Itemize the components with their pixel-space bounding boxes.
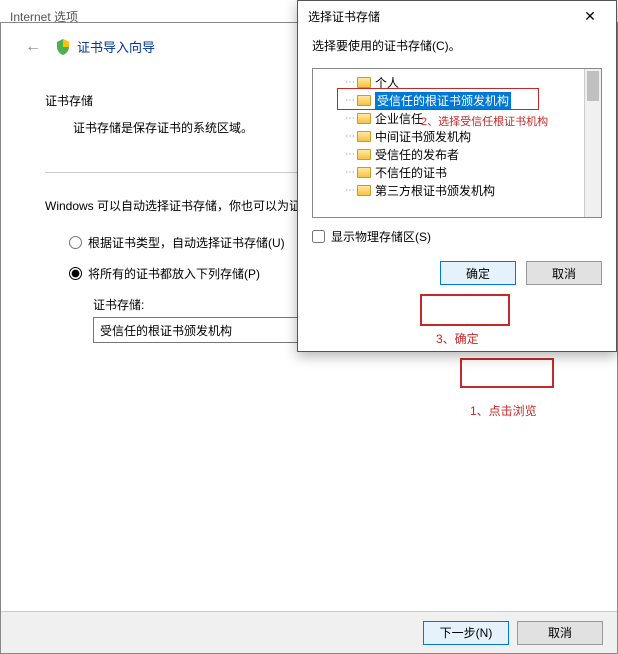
annotation-1: 1、点击浏览 [470, 402, 537, 419]
folder-icon [357, 131, 371, 142]
tree-item[interactable]: ⋯第三方根证书颁发机构 [315, 181, 582, 199]
radio-manual[interactable] [69, 267, 82, 280]
folder-icon [357, 149, 371, 160]
tree-item[interactable]: ⋯受信任的发布者 [315, 145, 582, 163]
show-physical-row[interactable]: 显示物理存储区(S) [312, 228, 602, 245]
back-arrow-icon[interactable]: ← [25, 38, 41, 56]
folder-icon [357, 185, 371, 196]
tree-item[interactable]: ⋯个人 [315, 73, 582, 91]
dialog-title: 选择证书存储 [308, 8, 380, 25]
select-store-dialog: 选择证书存储 ✕ 选择要使用的证书存储(C)。 ⋯个人 ⋯受信任的根证书颁发机构… [297, 0, 617, 352]
tree-item-selected[interactable]: ⋯受信任的根证书颁发机构 [315, 91, 582, 109]
show-physical-label: 显示物理存储区(S) [331, 228, 431, 245]
show-physical-checkbox[interactable] [312, 230, 325, 243]
dialog-msg: 选择要使用的证书存储(C)。 [312, 37, 602, 54]
wizard-footer: 下一步(N) 取消 [1, 611, 617, 653]
shield-icon [55, 39, 71, 55]
radio-manual-label: 将所有的证书都放入下列存储(P) [88, 265, 260, 282]
folder-icon [357, 95, 371, 106]
tree-item[interactable]: ⋯中间证书颁发机构 [315, 127, 582, 145]
ok-button[interactable]: 确定 [440, 261, 516, 285]
radio-auto-label: 根据证书类型，自动选择证书存储(U) [88, 234, 285, 251]
dialog-cancel-button[interactable]: 取消 [526, 261, 602, 285]
folder-icon [357, 167, 371, 178]
scrollbar[interactable] [584, 69, 601, 217]
tree-item[interactable]: ⋯不信任的证书 [315, 163, 582, 181]
wizard-title: 证书导入向导 [77, 37, 155, 56]
radio-auto[interactable] [69, 236, 82, 249]
tree-view: ⋯个人 ⋯受信任的根证书颁发机构 ⋯企业信任 ⋯中间证书颁发机构 ⋯受信任的发布… [312, 68, 602, 218]
close-icon[interactable]: ✕ [570, 2, 610, 30]
annotation-2: 2、选择受信任根证书机构 [421, 113, 548, 129]
folder-icon [357, 113, 371, 124]
annotation-3: 3、确定 [436, 330, 479, 347]
folder-icon [357, 77, 371, 88]
cancel-button[interactable]: 取消 [517, 621, 603, 645]
next-button[interactable]: 下一步(N) [423, 621, 509, 645]
